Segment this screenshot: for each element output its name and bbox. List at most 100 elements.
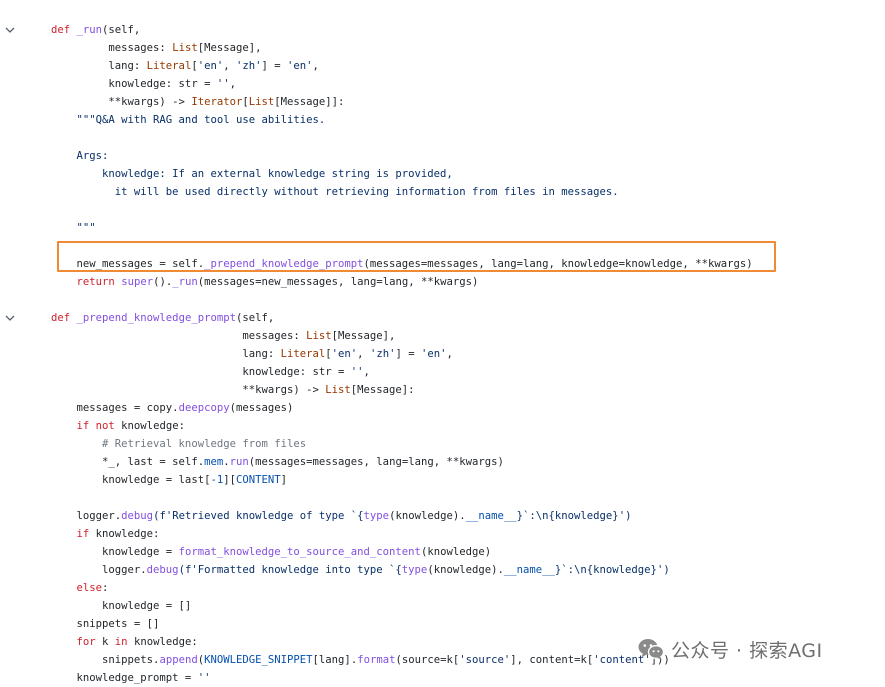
- code-line: messages = copy.deepcopy(messages): [51, 399, 294, 417]
- code-token: for: [76, 636, 96, 648]
- code-token: (self,: [102, 24, 141, 36]
- chevron-down-icon[interactable]: [4, 24, 16, 36]
- code-line: knowledge = format_knowledge_to_source_a…: [51, 543, 491, 561]
- code-token: ,: [446, 348, 453, 360]
- code-token: :: [102, 582, 109, 594]
- code-line: return super()._run(messages=new_message…: [51, 273, 479, 291]
- chevron-down-icon[interactable]: [4, 312, 16, 324]
- code-token: 'en': [331, 348, 358, 360]
- code-viewer: def _run(self, messages: List[Message], …: [0, 0, 885, 684]
- code-line: knowledge: str = '',: [51, 75, 236, 93]
- code-token: """: [51, 222, 96, 234]
- code-line: it will be used directly without retriev…: [51, 183, 619, 201]
- code-line: messages: List[Message],: [51, 327, 395, 345]
- highlight-box: [57, 241, 776, 272]
- code-token: 'zh': [369, 348, 396, 360]
- code-token: *_, last = self.: [51, 456, 205, 468]
- code-token: (source=k[: [395, 654, 460, 666]
- code-line: for k in knowledge:: [51, 633, 198, 651]
- code-line: snippets.append(KNOWLEDGE_SNIPPET[lang].…: [51, 651, 670, 669]
- code-token: snippets.: [51, 654, 160, 666]
- code-line: if knowledge:: [51, 525, 160, 543]
- code-token: [Message]:: [350, 384, 415, 396]
- code-token: messages:: [51, 42, 173, 54]
- code-token: ], content=k[: [510, 654, 594, 666]
- code-token: Literal: [280, 348, 326, 360]
- code-token: ]: [280, 474, 288, 486]
- code-token: -1: [210, 474, 224, 486]
- code-line: else:: [51, 579, 109, 597]
- watermark-text: 公众号 · 探索AGI: [671, 639, 823, 662]
- code-token: 'en': [420, 348, 447, 360]
- code-token: format: [357, 654, 396, 666]
- code-line: **kwargs) -> Iterator[List[Message]]:: [51, 93, 344, 111]
- code-token: k: [95, 636, 115, 648]
- code-token: if not: [76, 420, 115, 432]
- code-token: '': [350, 366, 364, 378]
- code-line: """: [51, 219, 96, 237]
- code-token: def: [51, 312, 77, 324]
- code-token: ] =: [395, 348, 421, 360]
- code-token: ,: [363, 366, 370, 378]
- code-token: [lang].: [312, 654, 358, 666]
- code-token: knowledge_prompt =: [51, 672, 198, 684]
- code-token: else: [76, 582, 103, 594]
- code-token: ] =: [261, 60, 288, 72]
- code-token: debug: [121, 510, 154, 522]
- code-token: return: [76, 276, 115, 288]
- code-token: # Retrieval knowledge from files: [51, 438, 307, 450]
- code-token: logger.: [51, 510, 122, 522]
- code-token: '': [197, 672, 211, 684]
- code-token: type: [363, 510, 390, 522]
- code-line: logger.debug(f'Formatted knowledge into …: [51, 561, 670, 579]
- code-token: knowledge = []: [51, 600, 192, 612]
- code-line: lang: Literal['en', 'zh'] = 'en',: [51, 57, 319, 75]
- code-token: logger.: [51, 564, 147, 576]
- code-token: it will be used directly without retriev…: [51, 186, 619, 198]
- code-token: knowledge: str =: [51, 78, 217, 90]
- code-line: messages: List[Message],: [51, 39, 261, 57]
- code-token: [Message],: [331, 330, 396, 342]
- code-token: knowledge = last[: [51, 474, 211, 486]
- code-token: KNOWLEDGE_SNIPPET: [204, 654, 313, 666]
- code-token: __name__: [465, 510, 517, 522]
- code-token: _prepend_knowledge_prompt: [76, 312, 236, 324]
- code-token: [Message]]:: [274, 96, 345, 108]
- code-token: **kwargs) ->: [51, 96, 192, 108]
- code-token: lang:: [51, 348, 281, 360]
- code-token: _run: [76, 24, 103, 36]
- code-token: (self,: [235, 312, 275, 324]
- code-token: snippets = []: [51, 618, 160, 630]
- code-token: ,: [229, 78, 236, 90]
- code-token: if: [76, 528, 90, 540]
- code-token: ,: [223, 60, 236, 72]
- code-token: def: [51, 24, 77, 36]
- code-token: in: [114, 636, 128, 648]
- code-token: (messages=new_messages, lang=lang, **kwa…: [197, 276, 479, 288]
- code-token: lang:: [51, 60, 147, 72]
- code-line: if not knowledge:: [51, 417, 185, 435]
- code-token: messages:: [51, 330, 307, 342]
- code-token: knowledge: If an external knowledge stri…: [51, 168, 453, 180]
- code-token: knowledge:: [89, 528, 160, 540]
- code-token: ().: [153, 276, 173, 288]
- code-token: knowledge: str =: [51, 366, 351, 378]
- code-line: **kwargs) -> List[Message]:: [51, 381, 415, 399]
- code-token: (messages=messages, lang=lang, **kwargs): [248, 456, 504, 468]
- code-token: (knowledge).: [427, 564, 504, 576]
- code-token: List: [325, 384, 351, 396]
- code-token: Iterator: [191, 96, 243, 108]
- code-token: run: [229, 456, 249, 468]
- code-token: type: [401, 564, 428, 576]
- code-line: logger.debug(f'Retrieved knowledge of ty…: [51, 507, 632, 525]
- code-token: Literal: [146, 60, 192, 72]
- code-token: messages = copy.: [51, 402, 179, 414]
- wechat-logo-icon: [638, 639, 665, 660]
- code-token: 'source': [459, 654, 511, 666]
- code-token: ][: [223, 474, 236, 486]
- code-token: **kwargs) ->: [51, 384, 326, 396]
- code-line: def _prepend_knowledge_prompt(self,: [51, 309, 274, 327]
